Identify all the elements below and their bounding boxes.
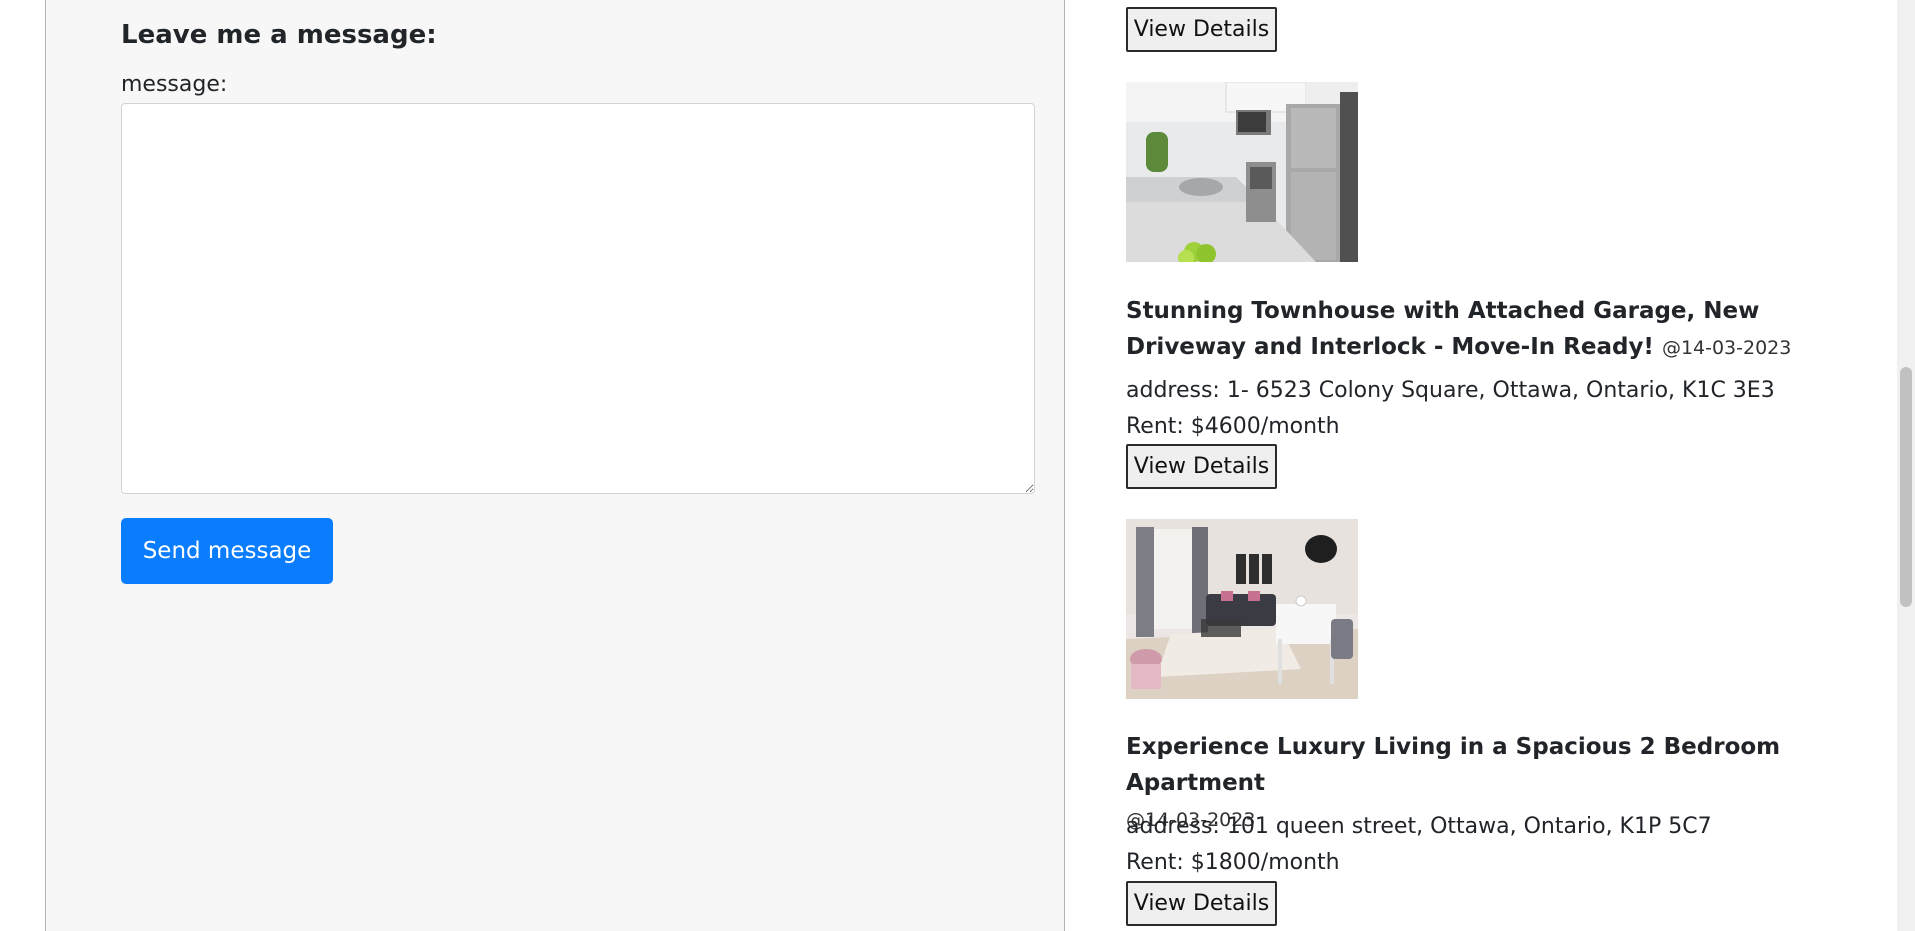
message-panel: Leave me a message: message: Send messag…: [45, 0, 1065, 931]
listings-column: View Details Stunning Townhouse with Att: [1126, 0, 1866, 931]
view-details-button[interactable]: View Details: [1126, 7, 1277, 52]
view-details-button[interactable]: View Details: [1126, 444, 1277, 489]
listing-title[interactable]: Stunning Townhouse with Attached Garage,…: [1126, 293, 1866, 366]
vertical-scrollbar[interactable]: [1897, 0, 1915, 931]
view-details-button[interactable]: View Details: [1126, 881, 1277, 926]
listing-image-living-room[interactable]: [1126, 519, 1358, 699]
listing-rent: Rent: $1800/month: [1126, 850, 1340, 875]
listing-date: @14-03-2023: [1661, 337, 1792, 359]
listing-rent: Rent: $4600/month: [1126, 414, 1340, 439]
message-label: message:: [121, 72, 228, 97]
message-heading: Leave me a message:: [121, 20, 437, 50]
message-textarea[interactable]: [121, 103, 1035, 494]
listing-address: address: 101 queen street, Ottawa, Ontar…: [1126, 814, 1712, 839]
listing-address: address: 1- 6523 Colony Square, Ottawa, …: [1126, 378, 1775, 403]
send-message-button[interactable]: Send message: [121, 518, 333, 584]
scrollbar-thumb[interactable]: [1900, 367, 1912, 607]
listing-image-kitchen[interactable]: [1126, 82, 1358, 262]
listing-title-text[interactable]: Experience Luxury Living in a Spacious 2…: [1126, 734, 1780, 796]
